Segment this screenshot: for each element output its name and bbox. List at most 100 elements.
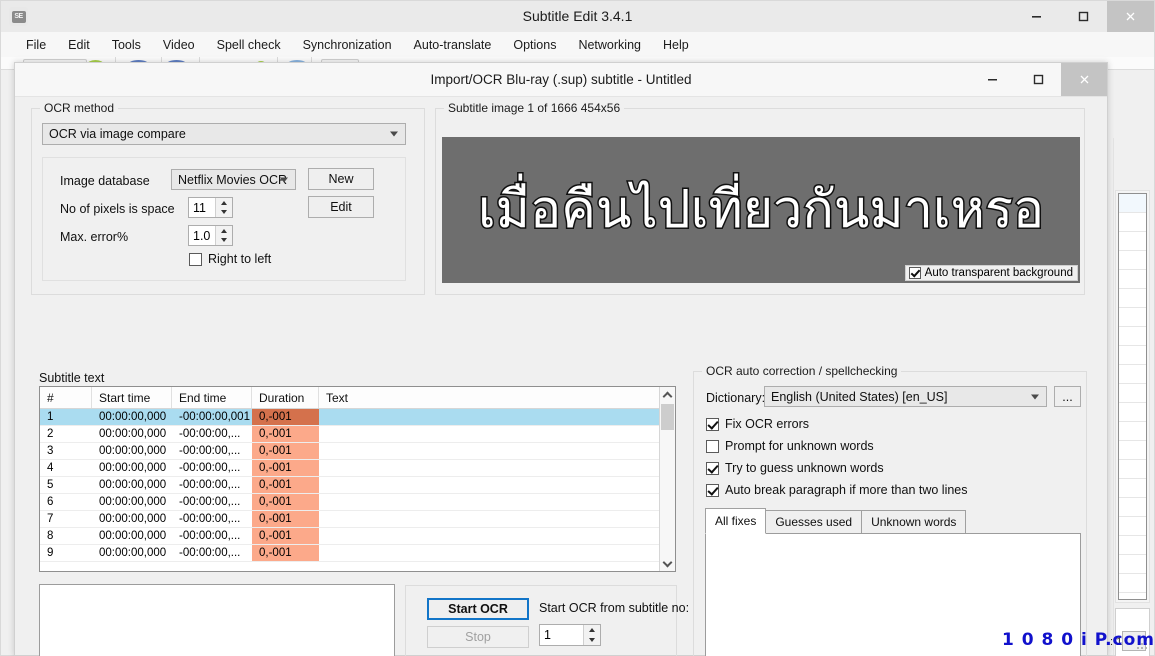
column-header-text[interactable]: Text [319, 387, 675, 408]
cell-start-time: 00:00:00,000 [99, 462, 167, 474]
scrollbar-thumb[interactable] [661, 404, 674, 430]
ocr-log-textbox[interactable] [39, 584, 395, 656]
auto-break-paragraph-checkbox[interactable]: Auto break paragraph if more than two li… [706, 483, 968, 497]
list-item[interactable] [1119, 251, 1146, 270]
list-item[interactable] [1119, 346, 1146, 365]
tab-unknown-words[interactable]: Unknown words [861, 510, 967, 534]
list-item[interactable] [1119, 441, 1146, 460]
stepper-down-icon[interactable] [216, 236, 232, 246]
list-item[interactable] [1119, 213, 1146, 232]
list-item[interactable] [1119, 498, 1146, 517]
dictionary-browse-button[interactable]: ... [1054, 386, 1081, 407]
list-item[interactable] [1119, 422, 1146, 441]
stepper-down-icon[interactable] [216, 208, 232, 218]
pixels-is-space-stepper[interactable]: 11 [188, 197, 233, 218]
stepper-arrows[interactable] [215, 198, 232, 217]
menu-help[interactable]: Help [652, 35, 700, 55]
stepper-up-icon[interactable] [584, 625, 600, 635]
list-item[interactable] [1119, 365, 1146, 384]
right-to-left-checkbox[interactable]: Right to left [189, 252, 271, 266]
dialog-minimize-icon[interactable] [969, 63, 1015, 96]
list-item[interactable] [1119, 479, 1146, 498]
table-row[interactable]: 3 00:00:00,000 -00:00:00,... 0,-001 [40, 443, 675, 460]
list-item[interactable] [1119, 194, 1146, 213]
table-vertical-scrollbar[interactable] [659, 387, 675, 571]
menu-tools[interactable]: Tools [101, 35, 152, 55]
guess-unknown-words-label: Try to guess unknown words [725, 461, 884, 475]
table-row[interactable]: 7 00:00:00,000 -00:00:00,... 0,-001 [40, 511, 675, 528]
column-header-duration[interactable]: Duration [252, 387, 319, 408]
edit-database-button[interactable]: Edit [308, 196, 374, 218]
list-item[interactable] [1119, 517, 1146, 536]
column-header-start-time[interactable]: Start time [92, 387, 172, 408]
list-item[interactable] [1119, 403, 1146, 422]
checkbox-box [706, 483, 719, 497]
menu-file[interactable]: File [15, 35, 57, 55]
table-row[interactable]: 4 00:00:00,000 -00:00:00,... 0,-001 [40, 460, 675, 477]
list-item[interactable] [1119, 308, 1146, 327]
list-item[interactable] [1119, 536, 1146, 555]
menu-edit[interactable]: Edit [57, 35, 101, 55]
cell-duration: 0,-001 [252, 443, 319, 459]
menu-synchronization[interactable]: Synchronization [292, 35, 403, 55]
menu-options[interactable]: Options [502, 35, 567, 55]
scroll-up-icon[interactable] [660, 387, 675, 403]
cell-duration: 0,-001 [252, 460, 319, 476]
dialog-close-icon[interactable] [1061, 63, 1107, 96]
table-row[interactable]: 9 00:00:00,000 -00:00:00,... 0,-001 [40, 545, 675, 562]
table-row[interactable]: 8 00:00:00,000 -00:00:00,... 0,-001 [40, 528, 675, 545]
start-ocr-button[interactable]: Start OCR [427, 598, 529, 620]
list-item[interactable] [1119, 289, 1146, 308]
list-item[interactable] [1119, 460, 1146, 479]
cell-duration: 0,-001 [252, 494, 319, 510]
dialog-maximize-icon[interactable] [1015, 63, 1061, 96]
scroll-down-icon[interactable] [660, 555, 675, 571]
table-body: 1 00:00:00,000 -00:00:00,001 0,-001 2 00:00:0… [40, 409, 675, 562]
table-row[interactable]: 1 00:00:00,000 -00:00:00,001 0,-001 [40, 409, 675, 426]
table-row[interactable]: 6 00:00:00,000 -00:00:00,... 0,-001 [40, 494, 675, 511]
maximize-icon[interactable] [1060, 1, 1107, 32]
stepper-up-icon[interactable] [216, 198, 232, 208]
new-database-button[interactable]: New [308, 168, 374, 190]
max-error-stepper[interactable]: 1.0 [188, 225, 233, 246]
ocr-method-combobox[interactable]: OCR via image compare [42, 123, 406, 145]
stepper-up-icon[interactable] [216, 226, 232, 236]
list-item[interactable] [1119, 270, 1146, 289]
list-item[interactable] [1119, 574, 1146, 593]
start-ocr-from-label: Start OCR from subtitle no: [539, 601, 690, 615]
prompt-unknown-words-checkbox[interactable]: Prompt for unknown words [706, 439, 874, 453]
tab-guesses-used[interactable]: Guesses used [765, 510, 863, 534]
column-header-number[interactable]: # [40, 387, 92, 408]
subtitle-image-group: Subtitle image 1 of 1666 454x56 เมื่อคืน… [435, 101, 1085, 295]
list-item[interactable] [1119, 384, 1146, 403]
menu-spell-check[interactable]: Spell check [206, 35, 292, 55]
tab-all-fixes[interactable]: All fixes [705, 508, 767, 534]
start-ocr-from-stepper[interactable]: 1 [539, 624, 601, 646]
background-subtitle-list[interactable] [1115, 190, 1150, 603]
menu-auto-translate[interactable]: Auto-translate [403, 35, 503, 55]
cell-duration: 0,-001 [252, 477, 319, 493]
stepper-arrows[interactable] [215, 226, 232, 245]
cell-end-time: -00:00:00,... [179, 547, 241, 559]
image-database-value: Netflix Movies OCR [178, 172, 288, 187]
cell-text [319, 477, 675, 493]
list-item[interactable] [1119, 232, 1146, 251]
column-header-end-time[interactable]: End time [172, 387, 252, 408]
menu-networking[interactable]: Networking [567, 35, 652, 55]
list-item[interactable] [1119, 555, 1146, 574]
list-item[interactable] [1119, 327, 1146, 346]
table-row[interactable]: 2 00:00:00,000 -00:00:00,... 0,-001 [40, 426, 675, 443]
stepper-down-icon[interactable] [584, 635, 600, 645]
dictionary-combobox[interactable]: English (United States) [en_US] [764, 386, 1047, 407]
minimize-icon[interactable] [1013, 1, 1060, 32]
close-icon[interactable] [1107, 1, 1154, 32]
guess-unknown-words-checkbox[interactable]: Try to guess unknown words [706, 461, 884, 475]
image-database-combobox[interactable]: Netflix Movies OCR [171, 169, 296, 190]
menu-video[interactable]: Video [152, 35, 206, 55]
stepper-arrows[interactable] [583, 625, 600, 645]
main-window-title: Subtitle Edit 3.4.1 [522, 8, 633, 24]
table-row[interactable]: 5 00:00:00,000 -00:00:00,... 0,-001 [40, 477, 675, 494]
auto-transparent-background-checkbox[interactable]: Auto transparent background [904, 265, 1078, 281]
subtitle-text-table[interactable]: # Start time End time Duration Text 1 00:… [39, 386, 676, 572]
fix-ocr-errors-checkbox[interactable]: Fix OCR errors [706, 417, 809, 431]
